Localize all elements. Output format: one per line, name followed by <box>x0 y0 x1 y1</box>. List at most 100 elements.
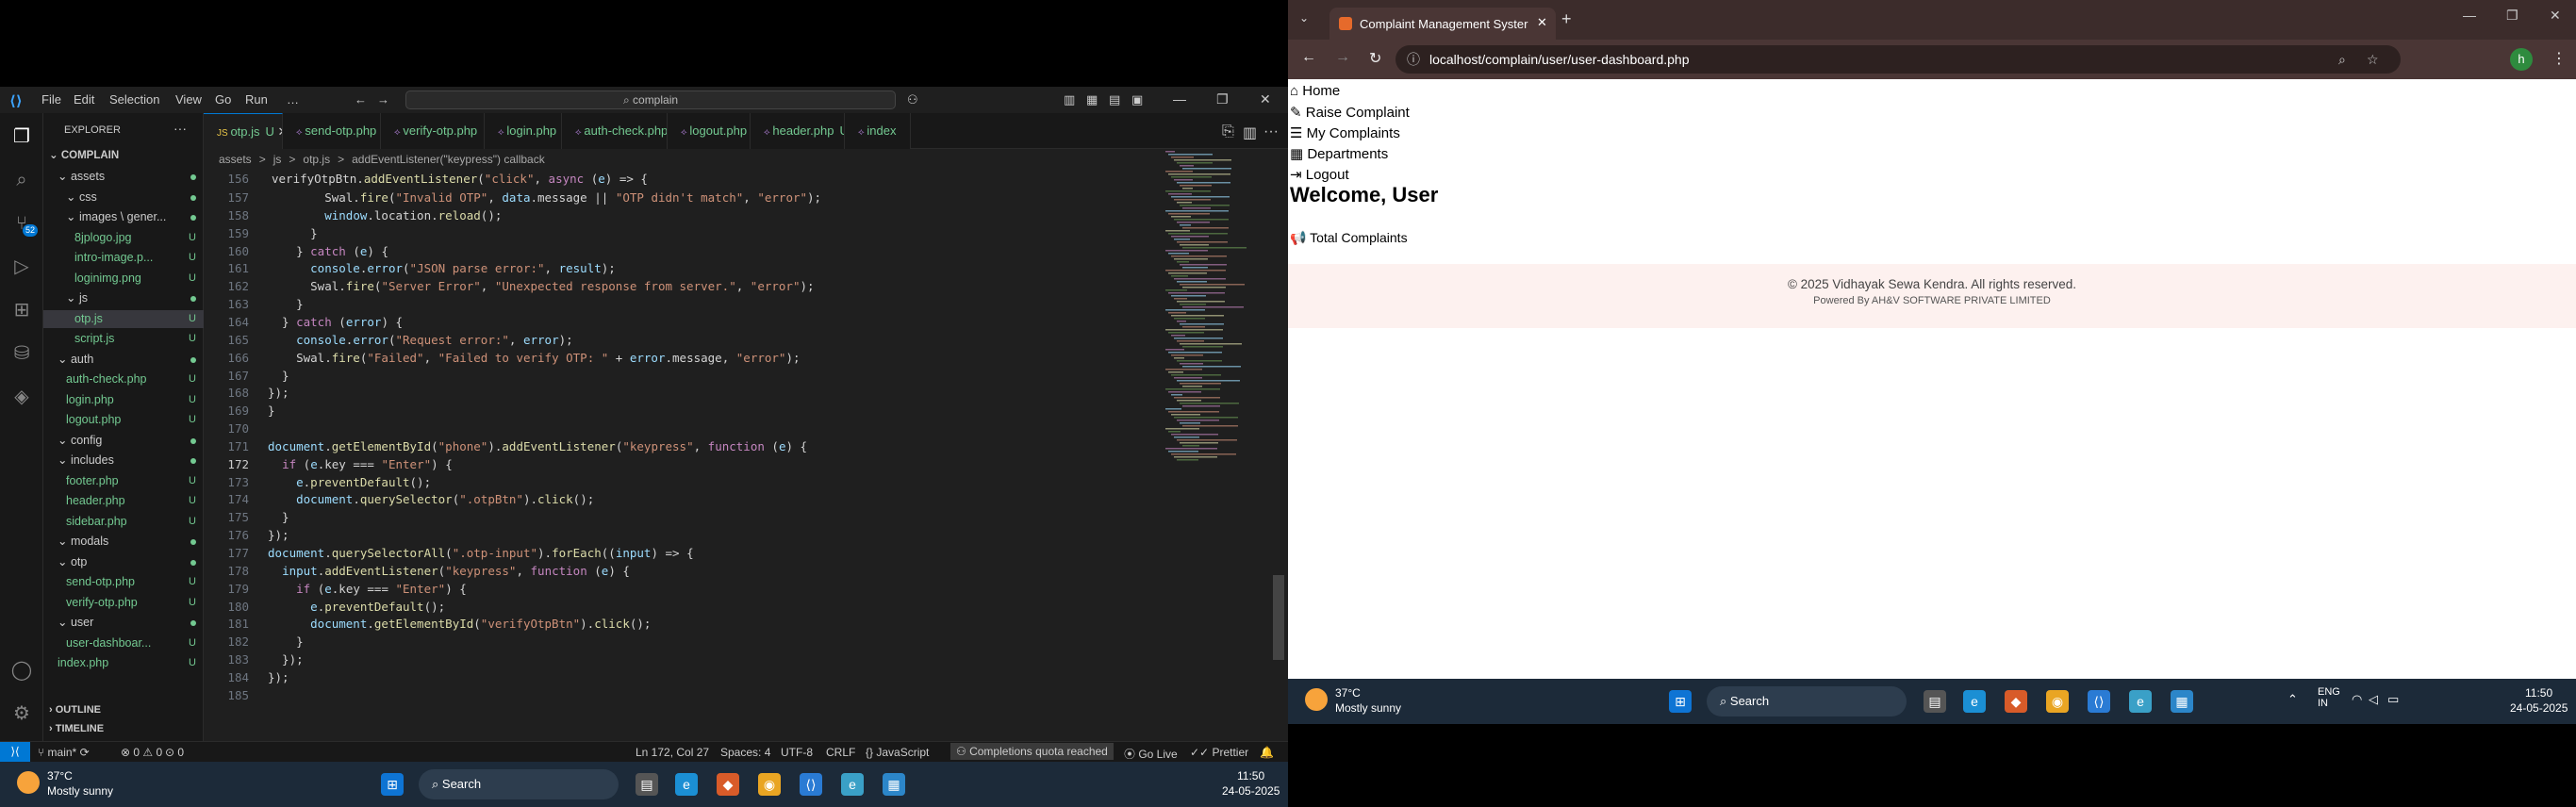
close-icon[interactable]: ✕ <box>1260 91 1271 107</box>
tree-folder[interactable]: ⌄ css <box>43 189 204 206</box>
toggle-sidebar-icon[interactable]: ▦ <box>1086 92 1098 107</box>
outline-section[interactable]: › OUTLINE <box>43 701 204 719</box>
command-search-input[interactable]: ⌕ complain <box>405 91 896 109</box>
tree-file[interactable]: loginimg.png U <box>43 270 204 288</box>
code-line[interactable]: }); <box>268 386 289 400</box>
extensions-icon[interactable]: ⊞ <box>9 298 34 322</box>
tab-search-icon[interactable]: ⌄ <box>1299 11 1309 25</box>
problems-count[interactable]: ⊗ 0 ⚠ 0 <box>121 746 162 759</box>
vscode-taskbar-icon[interactable]: ⟨⟩ <box>2088 690 2110 713</box>
editor-tab[interactable]: ⟡ header.phpU <box>751 113 845 149</box>
menu-run[interactable]: Run <box>245 92 268 107</box>
code-line[interactable]: Swal.fire("Invalid OTP", data.message ||… <box>268 190 821 205</box>
code-line[interactable]: } <box>268 404 275 418</box>
code-line[interactable]: }); <box>268 652 304 667</box>
tree-folder[interactable]: ⌄ otp <box>43 553 204 571</box>
settings-gear-icon[interactable]: ⚙ <box>9 701 34 726</box>
tree-file[interactable]: send-otp.php U <box>43 573 204 591</box>
menu-edit[interactable]: Edit <box>74 92 94 107</box>
toggle-panel-icon[interactable]: ▥ <box>1064 92 1075 107</box>
editor-tab[interactable]: ⟡ logout.phpU <box>668 113 751 149</box>
new-tab-icon[interactable]: + <box>1561 9 1572 29</box>
remote-icon[interactable]: ⟩⟨ <box>0 742 30 763</box>
forward-arrow-icon[interactable]: → <box>377 92 389 107</box>
chrome-close-icon[interactable]: ✕ <box>2550 8 2561 24</box>
split-editor-icon[interactable]: ⎘ <box>1222 124 1234 140</box>
tree-folder[interactable]: ⌄ js <box>43 289 204 307</box>
menu-more[interactable]: … <box>287 92 299 107</box>
taskbar-search[interactable]: ⌕ Search <box>419 769 619 799</box>
search-icon[interactable]: ⌕ <box>9 168 34 192</box>
explorer-icon[interactable]: ❐ <box>9 124 34 149</box>
minimap[interactable] <box>1165 151 1269 462</box>
breadcrumb-item[interactable]: otp.js <box>303 153 330 166</box>
code-line[interactable]: } <box>268 297 304 311</box>
tree-file[interactable]: auth-check.php U <box>43 371 204 388</box>
file-explorer-icon[interactable]: ▤ <box>636 773 658 796</box>
menu-go[interactable]: Go <box>215 92 231 107</box>
breadcrumb-item[interactable]: assets <box>219 153 252 166</box>
editor-scrollbar-thumb[interactable] <box>1273 575 1284 660</box>
forward-icon[interactable]: → <box>1335 49 1350 66</box>
tree-file[interactable]: otp.js U <box>43 309 204 328</box>
workspace-root[interactable]: ⌄ COMPLAIN <box>43 147 204 165</box>
windows-start-icon[interactable]: ⊞ <box>1669 690 1692 713</box>
edge-dev-icon[interactable]: e <box>2129 690 2152 713</box>
tree-file[interactable]: verify-otp.php U <box>43 594 204 612</box>
menu-selection[interactable]: Selection <box>109 92 159 107</box>
tree-folder[interactable]: ⌄ auth <box>43 351 204 369</box>
code-line[interactable]: } catch (e) { <box>268 244 388 258</box>
nav-raise-complaint[interactable]: ✎ Raise Complaint <box>1290 104 1410 121</box>
notepad-icon[interactable]: ▦ <box>2171 690 2193 713</box>
code-line[interactable]: document.getElementById("verifyOtpBtn").… <box>268 617 651 631</box>
prettier-status[interactable]: ✓✓ Prettier <box>1190 746 1248 759</box>
code-line[interactable]: }); <box>268 528 289 542</box>
code-line[interactable]: Swal.fire("Failed", "Failed to verify OT… <box>268 351 800 365</box>
edge-icon[interactable]: e <box>675 773 698 796</box>
address-bar[interactable]: ⓘ localhost/complain/user/user-dashboard… <box>1395 45 2401 74</box>
code-line[interactable]: input.addEventListener("keypress", funct… <box>268 564 630 578</box>
chrome-minimize-icon[interactable]: — <box>2463 8 2476 23</box>
more-actions-icon[interactable]: ··· <box>1263 124 1279 140</box>
back-arrow-icon[interactable]: ← <box>355 92 367 107</box>
code-line[interactable]: if (e.key === "Enter") { <box>268 582 467 596</box>
weather-icon[interactable] <box>17 771 40 794</box>
tree-file[interactable]: index.php U <box>43 654 204 672</box>
code-line[interactable]: } <box>268 510 289 524</box>
explorer-more-icon[interactable]: ··· <box>173 121 187 136</box>
app-icon[interactable]: ◆ <box>717 773 739 796</box>
tree-folder[interactable]: ⌄ assets <box>43 168 204 186</box>
copilot-status[interactable]: ⚇ Completions quota reached <box>950 743 1114 760</box>
tree-file[interactable]: user-dashboar... U <box>43 634 204 652</box>
code-line[interactable]: console.error("Request error:", error); <box>268 333 573 347</box>
menu-view[interactable]: View <box>175 92 202 107</box>
code-line[interactable]: if (e.key === "Enter") { <box>268 457 453 471</box>
code-line[interactable]: e.preventDefault(); <box>268 475 431 489</box>
tree-folder[interactable]: ⌄ config <box>43 432 204 450</box>
reload-icon[interactable]: ↻ <box>1369 49 1381 68</box>
chrome-icon[interactable]: ◉ <box>758 773 781 796</box>
git-branch[interactable]: ⑂ main* ⟳ <box>38 746 90 759</box>
file-explorer-icon[interactable]: ▤ <box>1924 690 1946 713</box>
editor-tab[interactable]: ⟡ verify-otp.phpU <box>381 113 485 149</box>
tree-file[interactable]: 8jplogo.jpg U <box>43 229 204 247</box>
run-debug-icon[interactable]: ▷ <box>9 255 34 279</box>
site-info-icon[interactable]: ⓘ <box>1407 45 1420 74</box>
tree-file[interactable]: header.php U <box>43 492 204 510</box>
browser-tab[interactable]: Complaint Management Syster ✕ <box>1329 8 1556 40</box>
code-line[interactable]: } <box>268 369 289 383</box>
notepad-icon[interactable]: ▦ <box>883 773 905 796</box>
tree-file[interactable]: intro-image.p... U <box>43 249 204 267</box>
profile-avatar[interactable]: h <box>2510 48 2533 71</box>
wifi-icon[interactable]: ◠ <box>2352 692 2362 707</box>
battery-icon[interactable]: ▭ <box>2387 692 2399 707</box>
tree-folder[interactable]: ⌄ user <box>43 614 204 632</box>
nav-home[interactable]: ⌂ Home <box>1290 83 1340 99</box>
tree-file[interactable]: sidebar.php U <box>43 513 204 531</box>
layout-icon[interactable]: ▣ <box>1131 92 1143 107</box>
tree-file[interactable]: footer.php U <box>43 472 204 490</box>
chrome-menu-icon[interactable]: ⋮ <box>2551 49 2567 68</box>
minimize-icon[interactable]: — <box>1173 91 1186 107</box>
edge-icon[interactable]: e <box>1963 690 1986 713</box>
tree-file[interactable]: logout.php U <box>43 411 204 429</box>
